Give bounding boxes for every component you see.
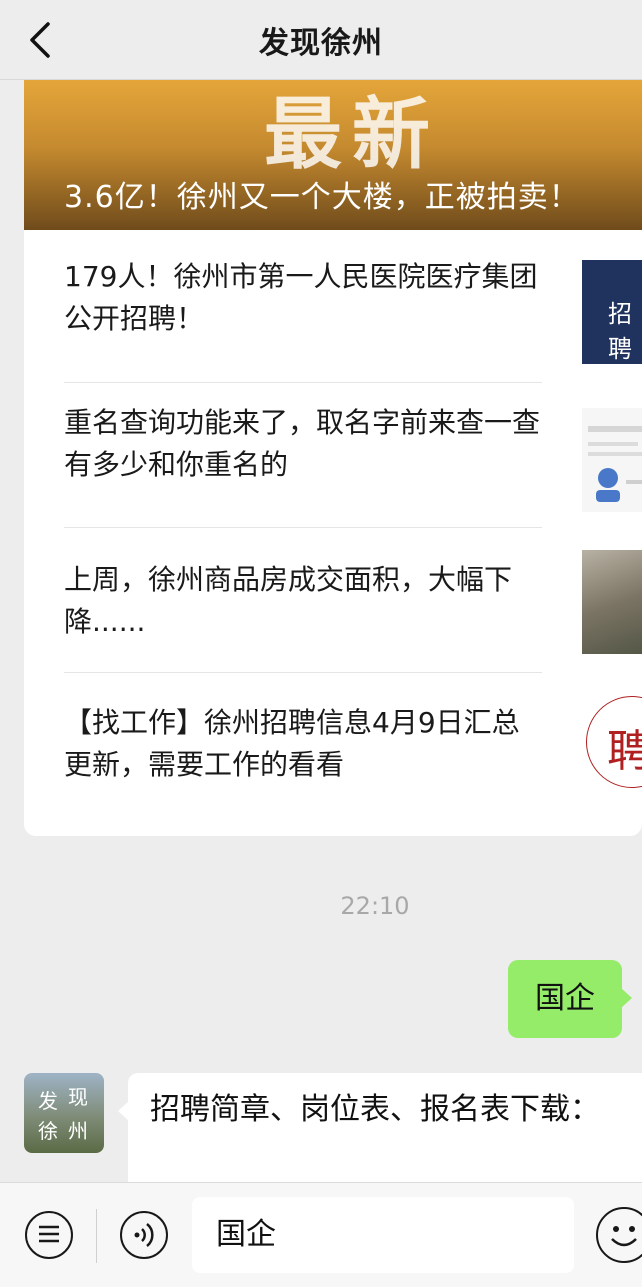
article-item-2[interactable]: 重名查询功能来了，取名字前来查一查有多少和你重名的 (64, 402, 544, 486)
hero-banner[interactable]: 最新 3.6亿！徐州又一个大楼，正被拍卖！ (24, 80, 642, 230)
emoji-icon[interactable] (596, 1207, 642, 1263)
menu-list-icon[interactable] (25, 1211, 73, 1259)
my-message-bubble[interactable]: 国企 (508, 960, 632, 1038)
article-thumbnail-1: 招聘 (582, 260, 642, 364)
avatar-char: 现 (68, 1085, 90, 1109)
hero-caption: 3.6亿！徐州又一个大楼，正被拍卖！ (64, 180, 580, 215)
message-timestamp: 22:10 (340, 892, 410, 920)
hero-big-text: 最新 (264, 90, 441, 180)
divider (64, 382, 542, 383)
thumbnail-label: 招聘 (608, 300, 636, 363)
input-toolbar: 国企 (0, 1182, 642, 1287)
divider (64, 527, 542, 528)
article-card[interactable]: 最新 3.6亿！徐州又一个大楼，正被拍卖！ 179人！徐州市第一人民医院医疗集团… (24, 80, 642, 836)
message-input[interactable]: 国企 (192, 1197, 574, 1273)
article-item-3[interactable]: 上周，徐州商品房成交面积，大幅下降...... (64, 559, 544, 643)
stamp-circle: 聘 (586, 696, 642, 788)
article-item-4[interactable]: 【找工作】徐州招聘信息4月9日汇总更新，需要工作的看看 (64, 702, 544, 786)
official-account-avatar[interactable]: 发 现 徐 州 (24, 1073, 104, 1153)
article-thumbnail-4: 聘 (582, 690, 642, 794)
avatar-char: 徐 (38, 1119, 60, 1143)
article-item-1[interactable]: 179人！徐州市第一人民医院医疗集团公开招聘！ (64, 256, 544, 340)
divider (64, 672, 542, 673)
article-thumbnail-2 (582, 408, 642, 512)
thumbnail-label: 聘 (607, 726, 642, 777)
article-thumbnail-3 (582, 550, 642, 654)
form-preview-icon (588, 426, 642, 502)
page-title: 发现徐州 (259, 26, 383, 61)
avatar-char: 发 (38, 1089, 60, 1113)
voice-input-icon[interactable] (120, 1211, 168, 1259)
avatar-char: 州 (68, 1119, 90, 1143)
top-nav-bar: 发现徐州 (0, 0, 642, 80)
toolbar-separator (96, 1209, 97, 1263)
